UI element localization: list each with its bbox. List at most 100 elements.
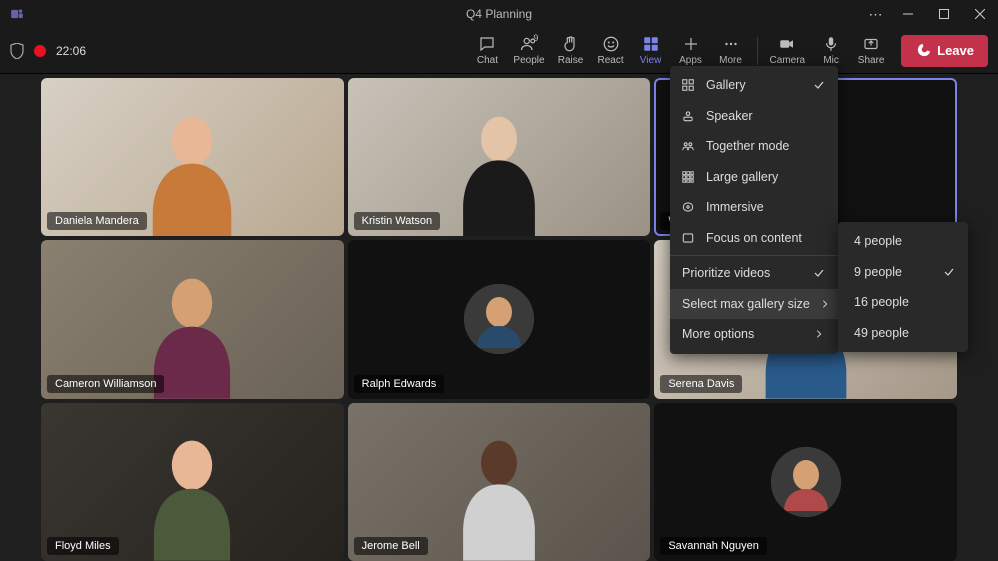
menu-separator: [670, 255, 838, 256]
more-label: More: [719, 55, 742, 66]
submenu-item-4[interactable]: 4 people: [838, 226, 968, 257]
check-icon: [812, 267, 826, 279]
view-button[interactable]: View: [631, 31, 671, 71]
participant-tile[interactable]: Kristin Watson: [348, 78, 651, 236]
menu-label: Speaker: [706, 109, 802, 123]
participant-name: Daniela Mandera: [47, 212, 147, 230]
chevron-right-icon: [812, 329, 826, 339]
menu-label: Select max gallery size: [680, 297, 810, 311]
recording-indicator-icon: [34, 45, 46, 57]
share-icon: [862, 35, 880, 53]
camera-icon: [778, 35, 796, 53]
people-count: 9: [533, 33, 538, 43]
menu-item-more-options[interactable]: More options: [670, 319, 838, 350]
view-icon: [642, 35, 660, 53]
teams-app-icon: [8, 5, 26, 23]
window-title: Q4 Planning: [466, 7, 532, 21]
react-label: React: [597, 55, 623, 66]
mic-button[interactable]: Mic: [811, 31, 851, 71]
participant-name: Savannah Nguyen: [660, 537, 767, 555]
gallery-icon: [680, 77, 696, 93]
menu-label: Together mode: [706, 139, 802, 153]
raise-hand-icon: [562, 35, 580, 53]
submenu-item-9[interactable]: 9 people: [838, 257, 968, 288]
leave-button[interactable]: Leave: [901, 35, 988, 67]
menu-item-select-max[interactable]: Select max gallery size: [670, 289, 838, 320]
raise-label: Raise: [558, 55, 584, 66]
immersive-icon: [680, 199, 696, 215]
participant-tile[interactable]: Daniela Mandera: [41, 78, 344, 236]
meeting-toolbar: 22:06 Chat 9 People Raise React View App…: [0, 28, 998, 74]
minimize-button[interactable]: [890, 0, 926, 28]
together-icon: [680, 138, 696, 154]
participant-name: Serena Davis: [660, 375, 742, 393]
react-icon: [602, 35, 620, 53]
mic-label: Mic: [823, 55, 839, 66]
submenu-label: 9 people: [854, 265, 932, 279]
view-dropdown-menu: Gallery Speaker Together mode Large gall…: [670, 66, 838, 354]
apps-label: Apps: [679, 55, 702, 66]
participant-avatar: [464, 284, 534, 354]
submenu-item-16[interactable]: 16 people: [838, 287, 968, 318]
menu-label: Gallery: [706, 78, 802, 92]
participant-name: Cameron Williamson: [47, 375, 164, 393]
close-button[interactable]: [962, 0, 998, 28]
large-gallery-icon: [680, 169, 696, 185]
chat-button[interactable]: Chat: [467, 31, 507, 71]
submenu-label: 4 people: [854, 234, 932, 248]
people-button[interactable]: 9 People: [507, 31, 550, 71]
menu-item-gallery[interactable]: Gallery: [670, 70, 838, 101]
toolbar-separator: [757, 37, 758, 65]
menu-item-prioritize[interactable]: Prioritize videos: [670, 258, 838, 289]
overflow-dots-button[interactable]: ⋯: [862, 0, 890, 28]
participant-tile[interactable]: Ralph Edwards: [348, 240, 651, 398]
participant-name: Ralph Edwards: [354, 375, 445, 393]
apps-icon: [682, 35, 700, 53]
shield-icon: [10, 43, 24, 59]
submenu-item-49[interactable]: 49 people: [838, 318, 968, 349]
focus-icon: [680, 230, 696, 246]
menu-label: Prioritize videos: [680, 266, 802, 280]
meeting-timer: 22:06: [56, 44, 86, 58]
menu-item-speaker[interactable]: Speaker: [670, 101, 838, 132]
people-label: People: [513, 55, 544, 66]
react-button[interactable]: React: [591, 31, 631, 71]
menu-label: Large gallery: [706, 170, 802, 184]
share-label: Share: [858, 55, 885, 66]
apps-button[interactable]: Apps: [671, 31, 711, 71]
menu-item-focus[interactable]: Focus on content: [670, 223, 838, 254]
check-icon: [812, 79, 826, 91]
speaker-icon: [680, 108, 696, 124]
menu-label: More options: [680, 327, 802, 341]
participant-name: Jerome Bell: [354, 537, 428, 555]
raise-hand-button[interactable]: Raise: [551, 31, 591, 71]
menu-label: Immersive: [706, 200, 802, 214]
mic-icon: [822, 35, 840, 53]
check-icon: [942, 266, 956, 278]
submenu-label: 16 people: [854, 295, 932, 309]
participant-tile[interactable]: Floyd Miles: [41, 403, 344, 561]
gallery-size-submenu: 4 people 9 people 16 people 49 people: [838, 222, 968, 352]
leave-icon: [915, 43, 931, 59]
camera-label: Camera: [770, 55, 806, 66]
participant-tile[interactable]: Jerome Bell: [348, 403, 651, 561]
participant-tile[interactable]: Cameron Williamson: [41, 240, 344, 398]
menu-item-large-gallery[interactable]: Large gallery: [670, 162, 838, 193]
participant-avatar: [771, 447, 841, 517]
menu-item-immersive[interactable]: Immersive: [670, 192, 838, 223]
chat-label: Chat: [477, 55, 498, 66]
view-label: View: [640, 55, 662, 66]
menu-item-together[interactable]: Together mode: [670, 131, 838, 162]
participant-name: Kristin Watson: [354, 212, 441, 230]
participant-tile[interactable]: Savannah Nguyen: [654, 403, 957, 561]
chevron-right-icon: [820, 299, 830, 309]
camera-button[interactable]: Camera: [764, 31, 812, 71]
leave-label: Leave: [937, 43, 974, 58]
submenu-label: 49 people: [854, 326, 932, 340]
menu-label: Focus on content: [706, 231, 802, 245]
more-button[interactable]: More: [711, 31, 751, 71]
maximize-button[interactable]: [926, 0, 962, 28]
more-icon: [722, 35, 740, 53]
chat-icon: [478, 35, 496, 53]
share-button[interactable]: Share: [851, 31, 891, 71]
